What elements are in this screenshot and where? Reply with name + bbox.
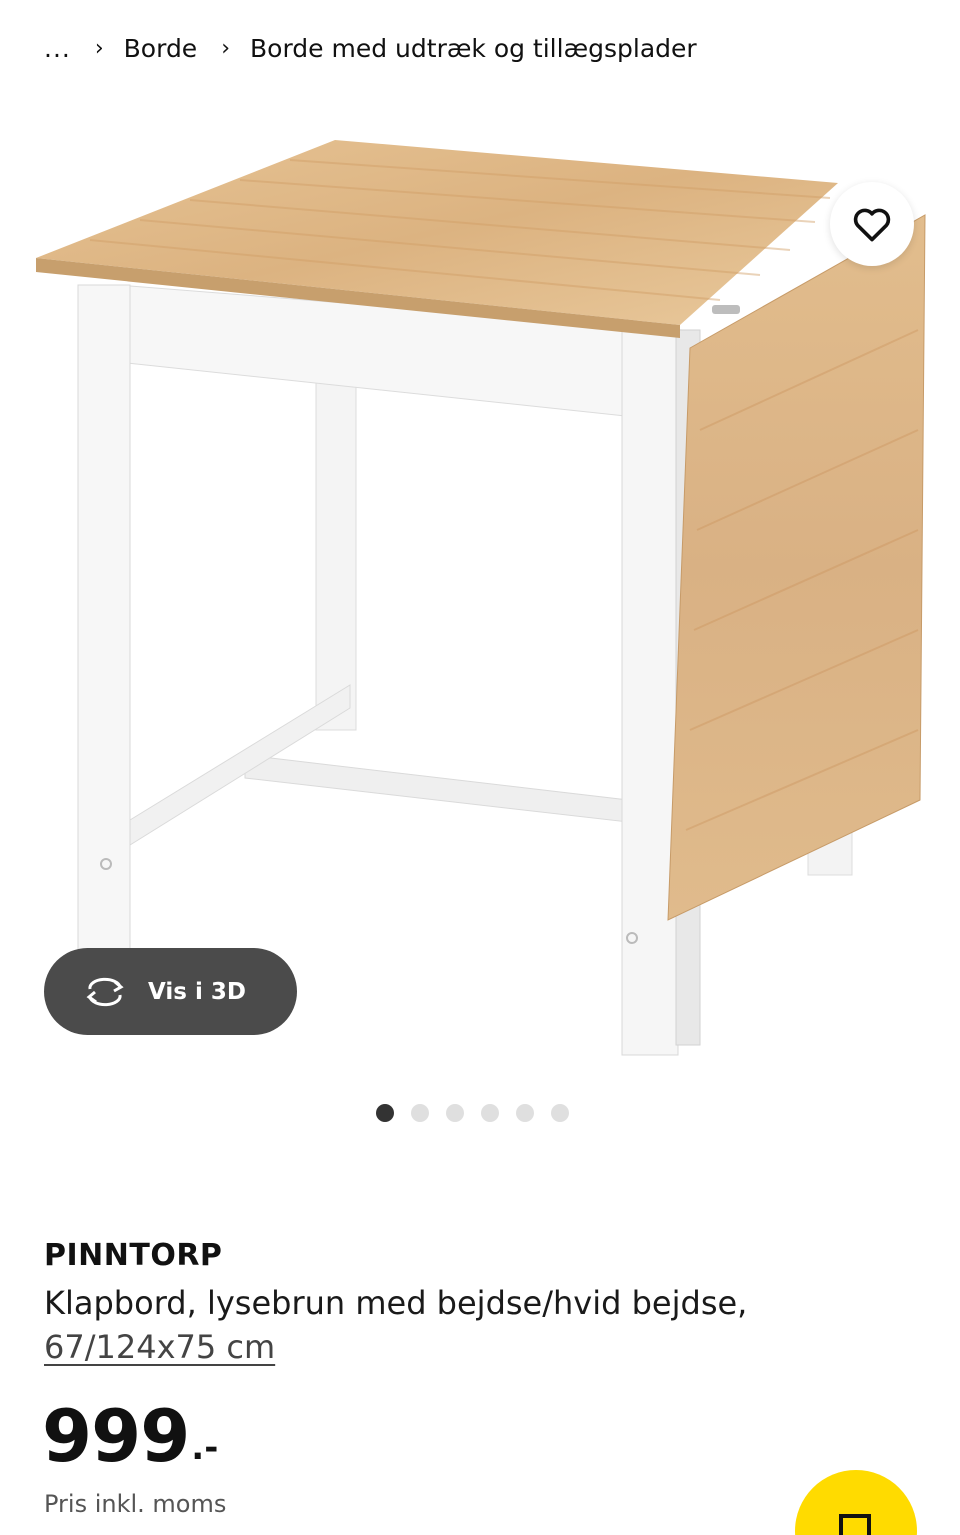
gallery-dot-1[interactable] — [376, 1104, 394, 1122]
gallery-dot-6[interactable] — [551, 1104, 569, 1122]
breadcrumb-item-borde[interactable]: Borde — [124, 34, 198, 63]
price-note: Pris inkl. moms — [44, 1490, 227, 1518]
breadcrumb: ... › Borde › Borde med udtræk og tillæg… — [44, 28, 697, 68]
product-price: 999 .- — [42, 1396, 218, 1476]
view-in-3d-button[interactable]: Vis i 3D — [44, 948, 297, 1035]
chevron-right-icon: › — [94, 35, 104, 61]
price-suffix: .- — [191, 1428, 219, 1468]
product-size-link[interactable]: 67/124x75 cm — [44, 1326, 275, 1368]
chevron-right-icon: › — [221, 35, 231, 61]
gallery-dot-4[interactable] — [481, 1104, 499, 1122]
breadcrumb-ellipsis[interactable]: ... — [44, 34, 71, 63]
view-in-3d-label: Vis i 3D — [148, 978, 246, 1005]
gallery-dot-3[interactable] — [446, 1104, 464, 1122]
gallery-pagination — [0, 1104, 960, 1122]
price-integer: 999 — [42, 1394, 190, 1478]
gallery-dot-5[interactable] — [516, 1104, 534, 1122]
breadcrumb-item-extendable-tables[interactable]: Borde med udtræk og tillægsplader — [250, 34, 697, 63]
shopping-bag-icon — [839, 1514, 871, 1535]
gallery-dot-2[interactable] — [411, 1104, 429, 1122]
product-page: ... › Borde › Borde med udtræk og tillæg… — [0, 0, 960, 1535]
add-to-cart-button[interactable] — [795, 1470, 917, 1535]
heart-icon — [853, 208, 891, 242]
rotate-3d-icon — [86, 977, 124, 1006]
product-description: Klapbord, lysebrun med bejdse/hvid bejds… — [44, 1284, 748, 1322]
product-name: PINNTORP — [44, 1238, 223, 1273]
favorite-button[interactable] — [830, 182, 914, 266]
